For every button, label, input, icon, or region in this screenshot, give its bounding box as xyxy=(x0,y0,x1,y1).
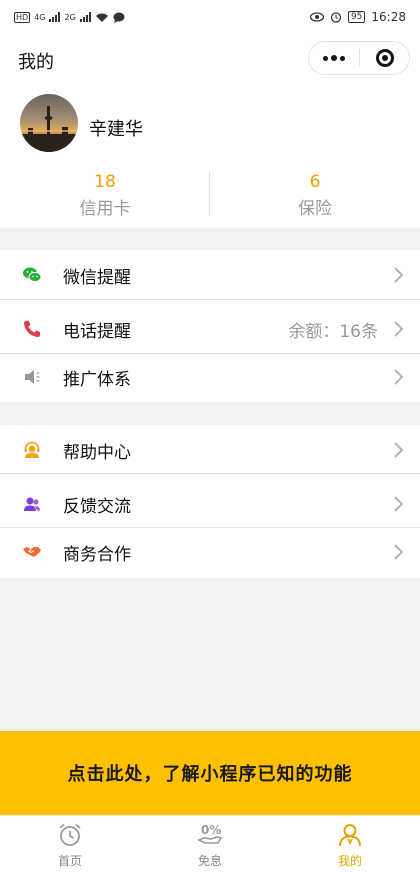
tab-bar: 首页 0% 免息 我的 xyxy=(0,815,420,873)
tab-label: 免息 xyxy=(197,854,222,868)
row-divider xyxy=(0,299,420,300)
clock-time: 16:28 xyxy=(371,10,406,24)
menu-group-reminders: 微信提醒 电话提醒 余额：16条 推广体系 xyxy=(0,250,420,402)
stat-label: 信用卡 xyxy=(79,199,131,219)
avatar[interactable] xyxy=(20,94,78,152)
menu-item-label: 商务合作 xyxy=(63,545,131,565)
page-title: 我的 xyxy=(18,52,54,73)
user-name: 辛建华 xyxy=(89,119,143,140)
menu-item-wechat-reminder[interactable]: 微信提醒 xyxy=(0,250,420,300)
alarm-icon xyxy=(330,12,342,23)
menu-item-promotion[interactable]: 推广体系 xyxy=(0,352,420,402)
feature-intro-banner[interactable]: 点击此处，了解小程序已知的功能 xyxy=(0,731,420,815)
eye-icon xyxy=(309,12,324,22)
menu-item-feedback[interactable]: 反馈交流 xyxy=(0,479,420,529)
headset-icon xyxy=(24,441,40,458)
nav-bar: 我的 xyxy=(0,34,420,86)
svg-text:0%: 0% xyxy=(201,823,221,837)
stat-value: 18 xyxy=(94,172,116,192)
tab-interest-free[interactable]: 0% 免息 xyxy=(140,816,280,873)
signal-icon xyxy=(49,12,61,22)
tab-label: 我的 xyxy=(337,854,362,868)
alarm-clock-icon xyxy=(59,823,81,846)
person-icon xyxy=(339,824,361,847)
speaker-icon xyxy=(25,370,40,384)
chevron-right-icon xyxy=(394,496,404,512)
sms-balance: 余额：16条 xyxy=(288,322,378,342)
status-right: 95 16:28 xyxy=(309,10,406,24)
zero-percent-icon: 0% xyxy=(197,823,223,844)
network-type-1: 4G xyxy=(34,12,46,22)
menu-item-label: 反馈交流 xyxy=(63,497,131,517)
miniprogram-capsule xyxy=(308,41,410,75)
signal-icon xyxy=(79,12,91,22)
status-bar: HD 4G 2G 95 16:28 xyxy=(0,0,420,34)
avatar-image xyxy=(20,106,78,152)
chevron-right-icon xyxy=(394,369,404,385)
menu-item-phone-reminder[interactable]: 电话提醒 余额：16条 xyxy=(0,304,420,354)
target-close-icon xyxy=(375,49,394,67)
chevron-right-icon xyxy=(394,267,404,283)
battery-level: 95 xyxy=(347,11,366,23)
stat-label: 保险 xyxy=(298,199,332,219)
network-type-2: 2G xyxy=(64,12,76,22)
stat-credit-cards[interactable]: 18 信用卡 xyxy=(0,172,210,219)
more-button[interactable] xyxy=(309,42,359,74)
tab-label: 首页 xyxy=(57,854,82,868)
menu-item-label: 微信提醒 xyxy=(63,268,131,288)
more-dot-icon xyxy=(331,55,337,61)
close-button[interactable] xyxy=(360,42,409,74)
wechat-icon xyxy=(23,267,42,283)
tab-home[interactable]: 首页 xyxy=(0,816,140,873)
profile-card: 辛建华 18 信用卡 6 保险 xyxy=(0,86,420,228)
menu-item-label: 帮助中心 xyxy=(63,443,131,463)
row-divider xyxy=(0,473,420,474)
chevron-right-icon xyxy=(394,544,404,560)
stat-value: 6 xyxy=(309,172,321,192)
chevron-right-icon xyxy=(394,321,404,337)
chevron-right-icon xyxy=(394,442,404,458)
menu-group-support: 帮助中心 反馈交流 商务合作 xyxy=(0,425,420,578)
banner-text: 点击此处，了解小程序已知的功能 xyxy=(67,764,353,785)
hd-badge: HD xyxy=(14,11,31,23)
menu-item-business[interactable]: 商务合作 xyxy=(0,527,420,577)
handshake-icon xyxy=(23,547,41,557)
menu-item-help-center[interactable]: 帮助中心 xyxy=(0,425,420,475)
more-dot-icon xyxy=(323,55,328,61)
message-icon xyxy=(113,12,125,23)
tab-mine[interactable]: 我的 xyxy=(280,816,420,873)
wifi-icon xyxy=(95,13,108,22)
phone-icon xyxy=(24,321,40,337)
stat-insurance[interactable]: 6 保险 xyxy=(210,172,420,219)
menu-item-label: 推广体系 xyxy=(63,370,131,390)
more-dot-icon xyxy=(340,55,345,61)
menu-item-label: 电话提醒 xyxy=(63,322,131,342)
status-left: HD 4G 2G xyxy=(14,11,125,23)
users-icon xyxy=(24,497,40,511)
